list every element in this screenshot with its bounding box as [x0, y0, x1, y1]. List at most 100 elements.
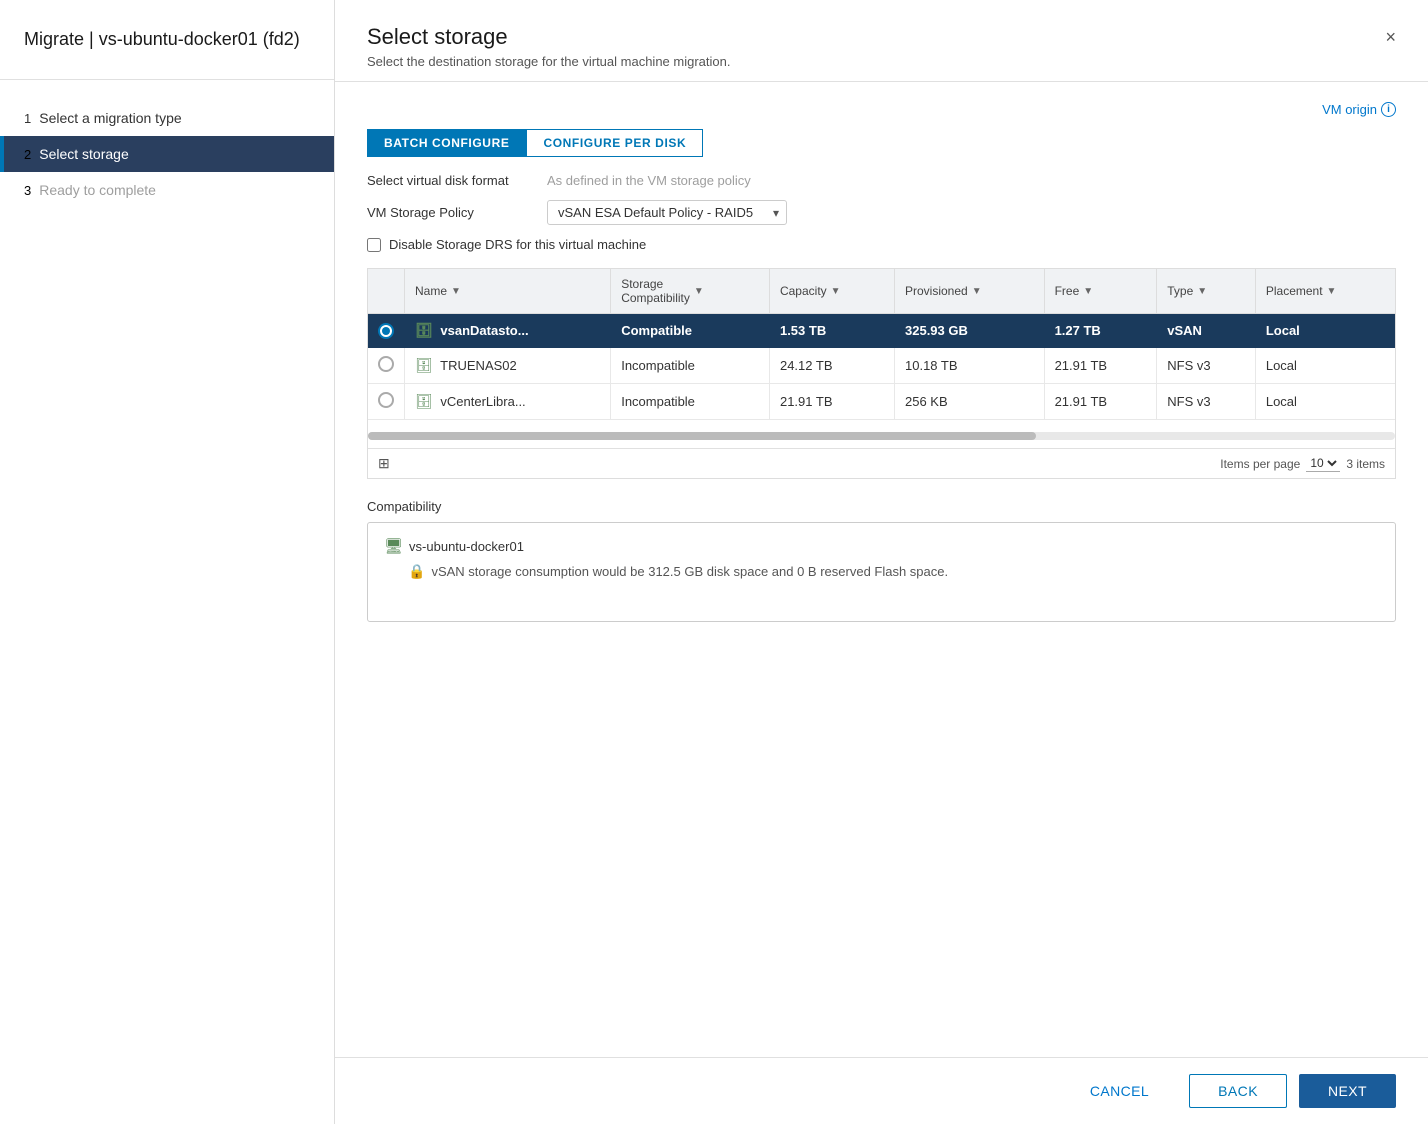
name-filter-icon: ▼: [451, 286, 461, 297]
compat-info-text: vSAN storage consumption would be 312.5 …: [431, 564, 948, 579]
dialog-header: Select storage Select the destination st…: [335, 0, 1428, 82]
step-1-label: Select a migration type: [39, 110, 181, 126]
items-per-page-select[interactable]: 10: [1306, 455, 1340, 472]
row-2-radio[interactable]: [378, 356, 394, 372]
main-content: Select storage Select the destination st…: [335, 0, 1428, 1124]
table-row[interactable]: 🗄 vsanDatasto... Compatible 1.53 TB 325.…: [368, 314, 1395, 348]
batch-configure-button[interactable]: BATCH CONFIGURE: [367, 129, 526, 157]
disk-format-label: Select virtual disk format: [367, 173, 547, 188]
prov-filter-icon: ▼: [972, 286, 982, 297]
compatibility-section: Compatibility 🖥 vs-ubuntu-docker01 🔒 vSA…: [367, 499, 1396, 622]
storage-policy-row: VM Storage Policy vSAN ESA Default Polic…: [367, 200, 1396, 225]
row-1-placement: Local: [1255, 314, 1395, 348]
row-1-provisioned: 325.93 GB: [895, 314, 1045, 348]
row-1-radio-cell[interactable]: [368, 314, 405, 348]
vm-origin-link[interactable]: VM origin i: [1322, 102, 1396, 117]
th-name[interactable]: Name▼: [405, 269, 611, 314]
storage-policy-label: VM Storage Policy: [367, 205, 547, 220]
row-1-name: 🗄 vsanDatasto...: [405, 314, 611, 348]
ds-icon-1: 🗄: [415, 322, 433, 339]
back-button[interactable]: BACK: [1189, 1074, 1287, 1108]
step-2-number: 2: [24, 147, 31, 162]
row-3-free: 21.91 TB: [1044, 384, 1157, 420]
row-2-compat: Incompatible: [611, 348, 770, 384]
free-filter-icon: ▼: [1083, 286, 1093, 297]
step-1[interactable]: 1 Select a migration type: [0, 100, 334, 136]
th-capacity[interactable]: Capacity▼: [769, 269, 894, 314]
step-2-label: Select storage: [39, 146, 129, 162]
row-3-capacity: 21.91 TB: [769, 384, 894, 420]
disk-format-value: As defined in the VM storage policy: [547, 173, 751, 188]
close-button[interactable]: ×: [1385, 28, 1396, 46]
th-type[interactable]: Type▼: [1157, 269, 1256, 314]
row-3-radio[interactable]: [378, 392, 394, 408]
compat-vm-icon: 🖥: [384, 537, 403, 555]
row-2-capacity: 24.12 TB: [769, 348, 894, 384]
capacity-filter-icon: ▼: [831, 286, 841, 297]
step-list: 1 Select a migration type 2 Select stora…: [0, 80, 334, 228]
compat-box: 🖥 vs-ubuntu-docker01 🔒 vSAN storage cons…: [367, 522, 1396, 622]
th-select: [368, 269, 405, 314]
row-3-compat: Incompatible: [611, 384, 770, 420]
disable-drs-label: Disable Storage DRS for this virtual mac…: [389, 237, 646, 252]
place-filter-icon: ▼: [1327, 286, 1337, 297]
dialog-title: Select storage: [367, 24, 730, 50]
table-row[interactable]: 🗄 vCenterLibra... Incompatible 21.91 TB …: [368, 384, 1395, 420]
step-2-indicator: [0, 136, 4, 172]
row-1-radio[interactable]: [378, 323, 394, 339]
row-3-name: 🗄 vCenterLibra...: [405, 384, 611, 420]
storage-table-wrapper: Name▼ StorageCompatibility▼ Capacity▼ Pr…: [367, 268, 1396, 479]
vm-origin-row: VM origin i: [367, 102, 1396, 117]
th-provisioned[interactable]: Provisioned▼: [895, 269, 1045, 314]
row-3-type: NFS v3: [1157, 384, 1256, 420]
table-body: 🗄 vsanDatasto... Compatible 1.53 TB 325.…: [368, 314, 1395, 420]
ds-icon-2: 🗄: [415, 357, 433, 374]
row-1-type: vSAN: [1157, 314, 1256, 348]
table-header: Name▼ StorageCompatibility▼ Capacity▼ Pr…: [368, 269, 1395, 314]
next-button[interactable]: NEXT: [1299, 1074, 1396, 1108]
sidebar-title: Migrate | vs-ubuntu-docker01 (fd2): [0, 28, 334, 80]
row-2-free: 21.91 TB: [1044, 348, 1157, 384]
dialog: Select storage Select the destination st…: [335, 0, 1428, 1124]
table-footer: ⊞ Items per page 10 3 items: [368, 448, 1395, 478]
step-2[interactable]: 2 Select storage: [0, 136, 334, 172]
cancel-button[interactable]: CANCEL: [1062, 1075, 1177, 1107]
step-3-indicator: [0, 172, 4, 208]
row-2-name: 🗄 TRUENAS02: [405, 348, 611, 384]
storage-policy-select[interactable]: vSAN ESA Default Policy - RAID5: [547, 200, 787, 225]
compat-vm-row: 🖥 vs-ubuntu-docker01: [384, 537, 1379, 555]
row-2-placement: Local: [1255, 348, 1395, 384]
row-3-placement: Local: [1255, 384, 1395, 420]
table-scrollbar[interactable]: [368, 432, 1395, 440]
th-free[interactable]: Free▼: [1044, 269, 1157, 314]
disable-drs-checkbox[interactable]: [367, 238, 381, 252]
step-3: 3 Ready to complete: [0, 172, 334, 208]
dialog-body: VM origin i BATCH CONFIGURE CONFIGURE PE…: [335, 82, 1428, 1057]
row-2-radio-cell[interactable]: [368, 348, 405, 384]
sidebar: Migrate | vs-ubuntu-docker01 (fd2) 1 Sel…: [0, 0, 335, 1124]
compat-vm-name: vs-ubuntu-docker01: [409, 539, 524, 554]
type-filter-icon: ▼: [1197, 286, 1207, 297]
vm-origin-info-icon: i: [1381, 102, 1396, 117]
disable-drs-row: Disable Storage DRS for this virtual mac…: [367, 237, 1396, 252]
row-3-provisioned: 256 KB: [895, 384, 1045, 420]
items-per-page: Items per page 10 3 items: [1220, 455, 1385, 472]
scrollbar-thumb: [368, 432, 1036, 440]
compat-info-row: 🔒 vSAN storage consumption would be 312.…: [384, 563, 1379, 580]
step-1-indicator: [0, 100, 4, 136]
table-row[interactable]: 🗄 TRUENAS02 Incompatible 24.12 TB 10.18 …: [368, 348, 1395, 384]
items-per-page-label: Items per page: [1220, 457, 1300, 471]
columns-icon[interactable]: ⊞: [378, 455, 390, 472]
row-3-radio-cell[interactable]: [368, 384, 405, 420]
row-1-capacity: 1.53 TB: [769, 314, 894, 348]
configure-per-disk-button[interactable]: CONFIGURE PER DISK: [526, 129, 703, 157]
compat-filter-icon: ▼: [694, 286, 704, 297]
vm-origin-label: VM origin: [1322, 102, 1377, 117]
dialog-subtitle: Select the destination storage for the v…: [367, 54, 730, 69]
th-placement[interactable]: Placement▼: [1255, 269, 1395, 314]
storage-table: Name▼ StorageCompatibility▼ Capacity▼ Pr…: [368, 269, 1395, 420]
disk-format-row: Select virtual disk format As defined in…: [367, 173, 1396, 188]
th-compatibility[interactable]: StorageCompatibility▼: [611, 269, 770, 314]
total-items: 3 items: [1346, 457, 1385, 471]
step-1-number: 1: [24, 111, 31, 126]
